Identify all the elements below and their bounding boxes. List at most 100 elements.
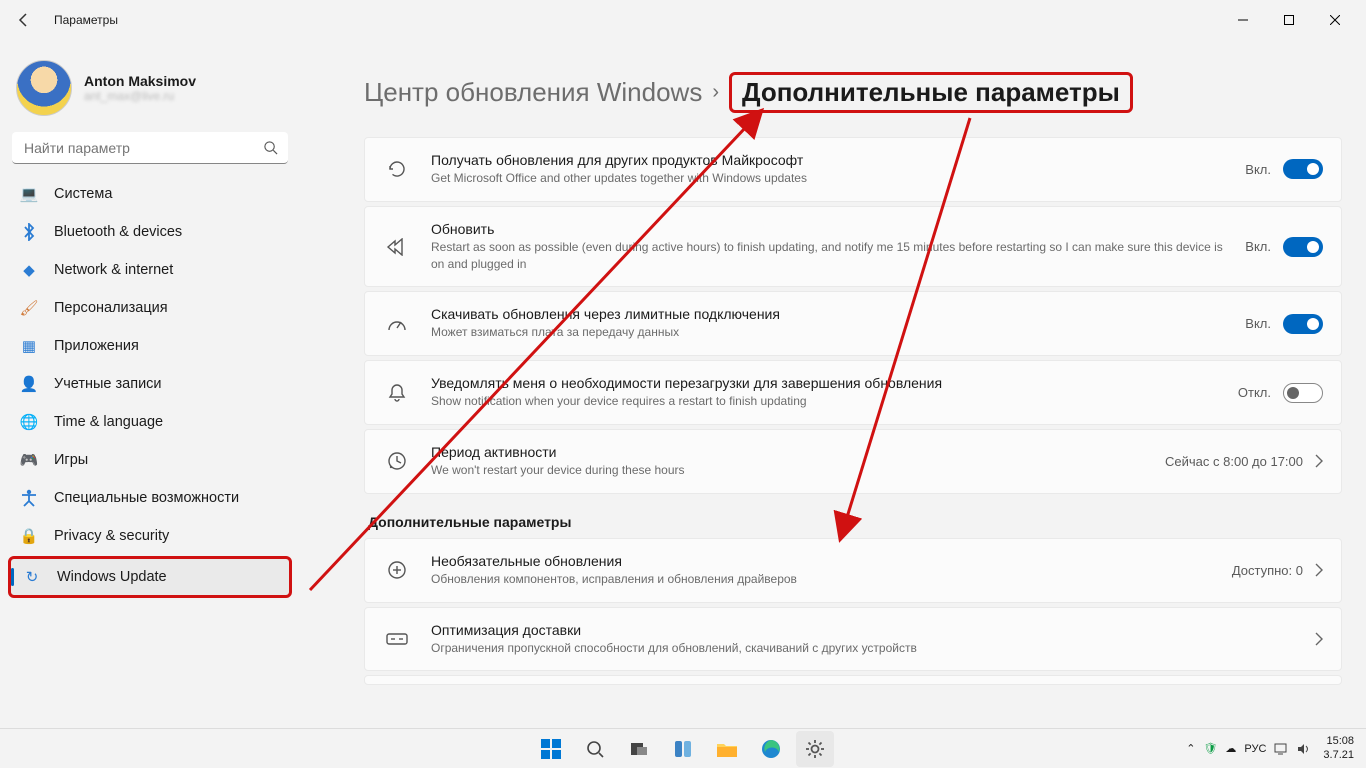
settings-card[interactable]: Необязательные обновленияОбновления комп… bbox=[364, 538, 1342, 603]
settings-card[interactable]: Скачивать обновления через лимитные подк… bbox=[364, 291, 1342, 356]
card-right-text: Доступно: 0 bbox=[1232, 563, 1303, 578]
taskbar-search-icon[interactable] bbox=[576, 731, 614, 767]
tray-date: 3.7.21 bbox=[1323, 749, 1354, 762]
nav-icon: ▦ bbox=[20, 337, 38, 355]
title-bar: Параметры bbox=[0, 0, 1366, 40]
tray-chevron-icon[interactable]: ⌃ bbox=[1186, 742, 1195, 755]
breadcrumb-parent[interactable]: Центр обновления Windows bbox=[364, 77, 702, 108]
meter-icon bbox=[383, 314, 411, 334]
task-view-icon[interactable] bbox=[620, 731, 658, 767]
tray-shield-icon[interactable]: 🛡 bbox=[1203, 742, 1217, 755]
card-body: Период активностиWe won't restart your d… bbox=[431, 444, 1145, 479]
settings-card[interactable]: Уведомлять меня о необходимости перезагр… bbox=[364, 360, 1342, 425]
settings-card[interactable]: Оптимизация доставки Ограничения пропускн… bbox=[364, 607, 1342, 672]
tray-cloud-icon[interactable]: ☁ bbox=[1225, 742, 1236, 755]
sidebar-item-7[interactable]: 🎮Игры bbox=[8, 442, 292, 478]
sidebar-item-0[interactable]: 💻 Система bbox=[8, 176, 292, 212]
sidebar-item-9[interactable]: 🔒 Privacy & security bbox=[8, 518, 292, 554]
sidebar-item-8[interactable]: Специальные возможности bbox=[8, 480, 292, 516]
card-right-text: Сейчас с 8:00 до 17:00 bbox=[1165, 454, 1303, 469]
card-body: Необязательные обновленияОбновления комп… bbox=[431, 553, 1212, 588]
nav-icon: 🖌 bbox=[20, 299, 38, 317]
card-right: Вкл. bbox=[1245, 314, 1323, 334]
chevron-right-icon bbox=[1315, 454, 1323, 468]
tray-clock[interactable]: 15:08 3.7.21 bbox=[1319, 735, 1358, 761]
card-subtitle: Show notification when your device requi… bbox=[431, 393, 1218, 410]
taskbar-center bbox=[532, 731, 834, 767]
toggle[interactable] bbox=[1283, 237, 1323, 257]
sidebar-item-5[interactable]: 👤Учетные записи bbox=[8, 366, 292, 402]
card-right: Сейчас с 8:00 до 17:00 bbox=[1165, 454, 1323, 469]
nav-icon: ↻ bbox=[23, 568, 41, 586]
tray-volume-icon[interactable] bbox=[1297, 743, 1311, 755]
sidebar-item-3[interactable]: 🖌Персонализация bbox=[8, 290, 292, 326]
nav-icon: 🔒 bbox=[20, 527, 38, 545]
back-button[interactable] bbox=[8, 4, 40, 36]
card-right: Откл. bbox=[1238, 383, 1323, 403]
sidebar-item-6[interactable]: 🌐Time & language bbox=[8, 404, 292, 440]
profile-name: Anton Maksimov bbox=[84, 73, 196, 89]
widgets-icon[interactable] bbox=[664, 731, 702, 767]
card-subtitle: Ограничения пропускной способности для о… bbox=[431, 640, 1295, 657]
nav-label: Windows Update bbox=[57, 569, 167, 585]
nav-icon: 🎮 bbox=[20, 451, 38, 469]
minimize-button[interactable] bbox=[1220, 4, 1266, 36]
clock-icon bbox=[383, 451, 411, 471]
nav-icon: 👤 bbox=[20, 375, 38, 393]
section-header: Дополнительные параметры bbox=[368, 514, 1342, 530]
nav-icon bbox=[20, 489, 38, 507]
card-body: ОбновитьRestart as soon as possible (eve… bbox=[431, 221, 1225, 273]
tray-network-icon[interactable] bbox=[1274, 743, 1289, 755]
nav-label: Специальные возможности bbox=[54, 490, 239, 506]
settings-card[interactable]: Получать обновления для других продуктов… bbox=[364, 137, 1342, 202]
toggle[interactable] bbox=[1283, 314, 1323, 334]
card-right: Доступно: 0 bbox=[1232, 563, 1323, 578]
nav-label: Приложения bbox=[54, 338, 139, 354]
nav-icon bbox=[20, 223, 38, 241]
search-icon bbox=[263, 140, 278, 155]
nav-icon: ◆ bbox=[20, 261, 38, 279]
toggle[interactable] bbox=[1283, 159, 1323, 179]
nav-label: Система bbox=[54, 186, 112, 202]
profile-block[interactable]: Anton Maksimov ant_max@live.ru bbox=[8, 44, 292, 128]
card-title: Оптимизация доставки bbox=[431, 622, 1295, 638]
avatar bbox=[16, 60, 72, 116]
maximize-button[interactable] bbox=[1266, 4, 1312, 36]
taskbar-tray: ⌃ 🛡 ☁ РУС 15:08 3.7.21 bbox=[1186, 735, 1366, 761]
search-input[interactable] bbox=[12, 132, 288, 164]
chevron-right-icon bbox=[1315, 563, 1323, 577]
edge-icon[interactable] bbox=[752, 731, 790, 767]
start-button[interactable] bbox=[532, 731, 570, 767]
card-right bbox=[1315, 632, 1323, 646]
content: Центр обновления Windows › Дополнительны… bbox=[300, 40, 1366, 728]
app-title: Параметры bbox=[54, 13, 118, 27]
nav-label: Time & language bbox=[54, 414, 163, 430]
explorer-icon[interactable] bbox=[708, 731, 746, 767]
settings-card[interactable]: ОбновитьRestart as soon as possible (eve… bbox=[364, 206, 1342, 288]
close-button[interactable] bbox=[1312, 4, 1358, 36]
card-title: Период активности bbox=[431, 444, 1145, 460]
nav-label: Bluetooth & devices bbox=[54, 224, 182, 240]
chevron-right-icon bbox=[1315, 632, 1323, 646]
toggle-state: Откл. bbox=[1238, 385, 1271, 400]
nav-icon: 💻 bbox=[20, 185, 38, 203]
settings-card[interactable]: Период активностиWe won't restart your d… bbox=[364, 429, 1342, 494]
sidebar-item-2[interactable]: ◆Network & internet bbox=[8, 252, 292, 288]
sidebar-item-10[interactable]: ↻ Windows Update bbox=[8, 556, 292, 598]
card-title: Необязательные обновления bbox=[431, 553, 1212, 569]
card-subtitle: Может взиматься плата за передачу данных bbox=[431, 324, 1225, 341]
sidebar-item-4[interactable]: ▦ Приложения bbox=[8, 328, 292, 364]
tray-lang[interactable]: РУС bbox=[1244, 743, 1266, 755]
breadcrumb: Центр обновления Windows › Дополнительны… bbox=[364, 72, 1342, 113]
toggle[interactable] bbox=[1283, 383, 1323, 403]
settings-taskbar-icon[interactable] bbox=[796, 731, 834, 767]
sidebar-item-1[interactable]: Bluetooth & devices bbox=[8, 214, 292, 250]
toggle-state: Вкл. bbox=[1245, 316, 1271, 331]
taskbar: ⌃ 🛡 ☁ РУС 15:08 3.7.21 bbox=[0, 728, 1366, 768]
nav-label: Privacy & security bbox=[54, 528, 169, 544]
card-subtitle: Get Microsoft Office and other updates t… bbox=[431, 170, 1225, 187]
card-title: Уведомлять меня о необходимости перезагр… bbox=[431, 375, 1218, 391]
card-partial[interactable] bbox=[364, 675, 1342, 685]
card-title: Получать обновления для других продуктов… bbox=[431, 152, 1225, 168]
toggle-state: Вкл. bbox=[1245, 162, 1271, 177]
